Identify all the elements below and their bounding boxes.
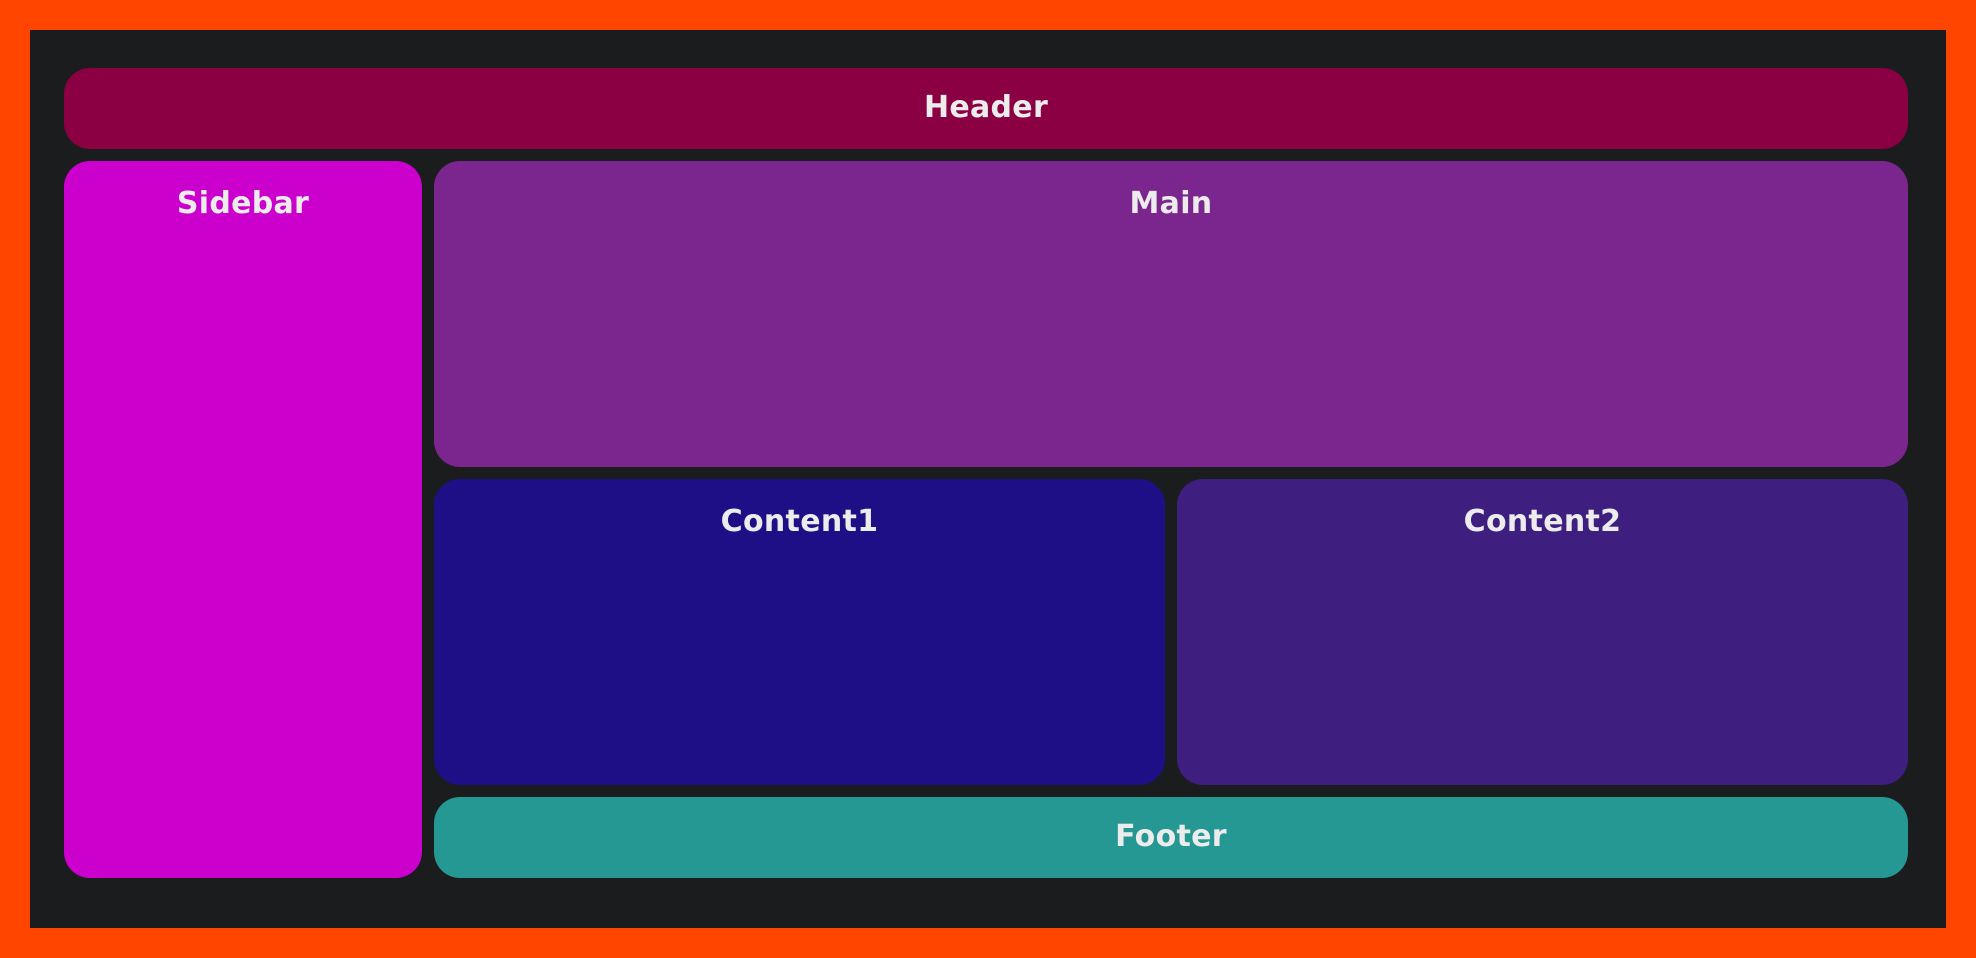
footer-panel: Footer [434, 797, 1908, 878]
content2-panel: Content2 [1177, 479, 1908, 785]
layout-canvas: Header Sidebar Main Content1 Content2 Fo… [30, 30, 1946, 928]
content1-panel: Content1 [434, 479, 1165, 785]
footer-label: Footer [1115, 819, 1227, 854]
main-label: Main [1129, 186, 1213, 221]
sidebar-label: Sidebar [176, 186, 310, 221]
main-panel: Main [434, 161, 1908, 467]
header-label: Header [923, 90, 1049, 125]
sidebar-panel: Sidebar [64, 161, 422, 878]
outer-frame: Header Sidebar Main Content1 Content2 Fo… [0, 0, 1976, 958]
content2-label: Content2 [1463, 504, 1622, 539]
layout-grid: Header Sidebar Main Content1 Content2 Fo… [64, 68, 1910, 880]
content1-label: Content1 [720, 504, 879, 539]
header-panel: Header [64, 68, 1908, 149]
